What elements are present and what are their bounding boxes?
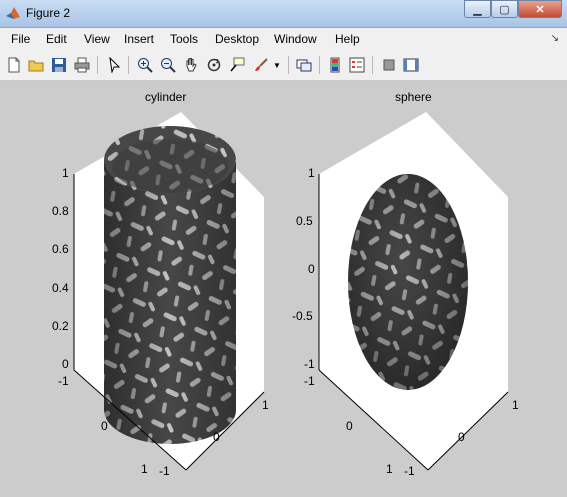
menu-window[interactable]: Window [274,32,317,46]
open-file-button[interactable] [26,55,46,75]
open-file-icon [28,60,44,72]
sphere-x-tick: 1 [386,462,393,476]
edit-plot-arrow-icon [109,57,121,73]
zoom-in-icon [138,58,153,73]
toolbar-separator [288,56,289,74]
menu-file[interactable]: File [11,32,30,46]
rotate-3d-icon [207,58,221,72]
new-figure-icon [8,57,20,73]
legend-button[interactable] [347,55,367,75]
pan-button[interactable] [181,55,201,75]
cylinder-z-tick: 0.4 [52,281,69,295]
window-titlebar: Figure 2 ▁ ▢ ✕ [0,0,567,28]
figure-canvas[interactable]: cylinder sphere 1 0.8 0.6 0.4 0.2 0 -1 0… [6,82,561,491]
sphere-z-tick: -0.5 [292,309,313,323]
menu-desktop[interactable]: Desktop [215,32,259,46]
sphere-x-tick: -1 [304,374,315,388]
cylinder-y-tick: 0 [213,430,220,444]
toolbar-separator [128,56,129,74]
cylinder-z-tick: 0.2 [52,319,69,333]
print-button[interactable] [72,55,92,75]
menu-help[interactable]: Help [335,32,360,46]
cylinder-x-tick: 0 [101,419,108,433]
legend-icon [349,57,365,73]
sphere-z-tick: -1 [304,357,315,371]
toolbar-separator [372,56,373,74]
figure-graphics [73,112,509,471]
zoom-out-icon [161,58,176,73]
brush-icon [255,58,268,71]
minimize-icon: ▁ [473,3,482,16]
menu-edit[interactable]: Edit [46,32,67,46]
rotate-3d-button[interactable] [204,55,224,75]
sphere-y-tick: 1 [512,398,519,412]
cylinder-surface [104,126,236,444]
close-icon: ✕ [535,3,545,16]
close-button[interactable]: ✕ [518,0,562,18]
hide-plot-tools-button[interactable] [379,55,399,75]
cylinder-y-tick: -1 [159,464,170,478]
colorbar-icon [330,57,340,73]
maximize-icon: ▢ [499,3,510,16]
data-cursor-icon [230,57,245,72]
maximize-button[interactable]: ▢ [491,0,518,18]
sphere-x-tick: 0 [346,419,353,433]
brush-button[interactable] [251,55,271,75]
show-plot-tools-button[interactable] [401,55,421,75]
save-button[interactable] [49,55,69,75]
cylinder-z-tick: 0.8 [52,204,69,218]
sphere-z-tick: 0 [308,262,315,276]
sphere-y-tick: 0 [458,430,465,444]
cylinder-z-tick: 0 [62,357,69,371]
print-icon [74,57,90,73]
sphere-surface [348,174,468,390]
brush-menu-arrow-icon: ▼ [273,60,281,70]
cylinder-z-tick: 1 [62,166,69,180]
toolbar-separator [319,56,320,74]
link-plot-button[interactable] [294,55,314,75]
zoom-in-button[interactable] [135,55,155,75]
window-title: Figure 2 [26,6,71,20]
cylinder-z-tick: 0.6 [52,242,69,256]
pan-hand-icon [186,58,197,72]
save-icon [52,58,66,72]
brush-menu-button[interactable]: ▼ [270,55,284,75]
show-plot-tools-icon [403,58,419,72]
sphere-title: sphere [395,90,432,104]
menu-tools[interactable]: Tools [170,32,198,46]
cylinder-x-tick: -1 [58,374,69,388]
toolbar-separator [97,56,98,74]
hide-plot-tools-icon [383,59,395,71]
menu-insert[interactable]: Insert [124,32,154,46]
sphere-z-tick: 1 [308,166,315,180]
menu-bar: File Edit View Insert Tools Desktop Wind… [0,28,567,51]
sphere-z-tick: 0.5 [296,214,313,228]
cylinder-x-tick: 1 [141,462,148,476]
matlab-logo-icon [6,7,20,19]
minimize-button[interactable]: ▁ [464,0,491,18]
new-figure-button[interactable] [4,55,24,75]
edit-plot-button[interactable] [104,55,124,75]
sphere-y-tick: -1 [404,464,415,478]
colorbar-button[interactable] [325,55,345,75]
zoom-out-button[interactable] [158,55,178,75]
menu-dock-arrow-icon[interactable]: ↘ [551,33,559,44]
menu-view[interactable]: View [84,32,110,46]
figure-toolbar: ▼ [0,50,567,81]
cylinder-y-tick: 1 [262,398,269,412]
cylinder-title: cylinder [145,90,187,104]
link-plot-icon [296,59,312,72]
data-cursor-button[interactable] [227,55,247,75]
